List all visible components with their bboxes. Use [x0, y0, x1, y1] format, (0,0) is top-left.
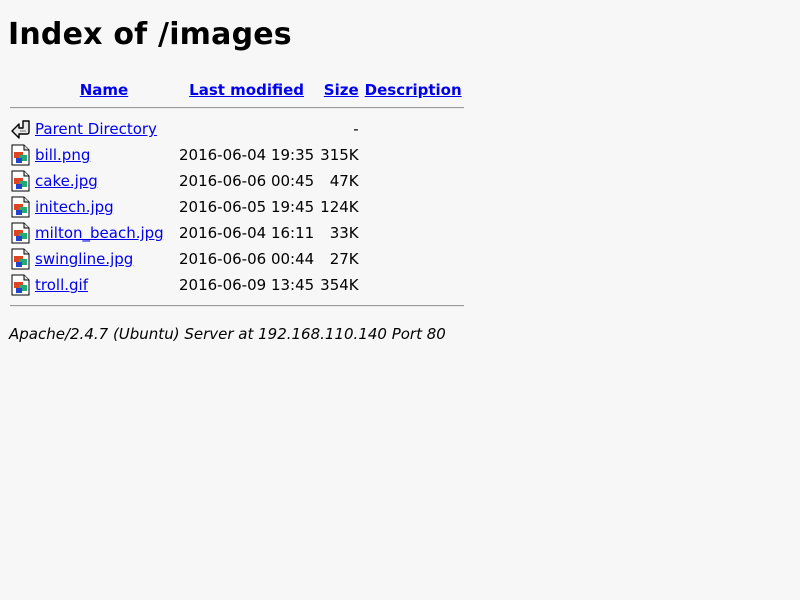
file-size: 33K — [329, 224, 359, 242]
parent-directory-link[interactable]: Parent Directory — [35, 120, 157, 138]
top-divider — [10, 107, 464, 109]
image-file-icon — [11, 144, 31, 166]
file-link[interactable]: troll.gif — [35, 276, 88, 294]
table-row: bill.png 2016-06-04 19:35 315K — [10, 143, 464, 167]
sort-by-last-modified-link[interactable]: Last modified — [189, 81, 304, 99]
back-arrow-icon — [11, 118, 31, 140]
sort-by-size-link[interactable]: Size — [324, 81, 359, 99]
table-row: swingline.jpg 2016-06-06 00:44 27K — [10, 247, 464, 271]
file-modified: 2016-06-05 19:45 — [179, 198, 315, 216]
file-link[interactable]: initech.jpg — [35, 198, 114, 216]
directory-listing-table: Name Last modified Size Description Pare… — [8, 73, 466, 315]
image-file-icon — [11, 274, 31, 296]
image-file-icon — [11, 196, 31, 218]
last-modified-header: Last modified — [177, 75, 316, 99]
table-row: initech.jpg 2016-06-05 19:45 124K — [10, 195, 464, 219]
file-link[interactable]: milton_beach.jpg — [35, 224, 164, 242]
file-modified: 2016-06-06 00:45 — [179, 172, 315, 190]
file-size: 354K — [320, 276, 359, 294]
bottom-divider — [10, 305, 464, 307]
file-modified: 2016-06-04 16:11 — [179, 224, 315, 242]
table-row: milton_beach.jpg 2016-06-04 16:11 33K — [10, 221, 464, 245]
image-file-icon — [11, 248, 31, 270]
sort-by-description-link[interactable]: Description — [365, 81, 462, 99]
parent-size: - — [353, 120, 359, 138]
size-header: Size — [318, 75, 360, 99]
file-link[interactable]: swingline.jpg — [35, 250, 133, 268]
file-modified: 2016-06-09 13:45 — [179, 276, 315, 294]
file-link[interactable]: bill.png — [35, 146, 90, 164]
file-size: 47K — [329, 172, 359, 190]
name-header: Name — [33, 75, 175, 99]
file-modified: 2016-06-04 19:35 — [179, 146, 315, 164]
file-link[interactable]: cake.jpg — [35, 172, 98, 190]
table-header-row: Name Last modified Size Description — [10, 75, 464, 99]
separator-row-top — [10, 101, 464, 115]
description-header: Description — [363, 75, 464, 99]
table-row-parent: Parent Directory - — [10, 117, 464, 141]
table-row: cake.jpg 2016-06-06 00:45 47K — [10, 169, 464, 193]
image-file-icon — [11, 170, 31, 192]
separator-row-bottom — [10, 299, 464, 313]
table-row: troll.gif 2016-06-09 13:45 354K — [10, 273, 464, 297]
page-title: Index of /images — [8, 17, 292, 52]
sort-by-name-link[interactable]: Name — [80, 81, 128, 99]
file-modified: 2016-06-06 00:44 — [179, 250, 315, 268]
file-size: 315K — [320, 146, 359, 164]
file-size: 124K — [320, 198, 359, 216]
image-file-icon — [11, 222, 31, 244]
icon-header — [10, 75, 31, 99]
server-signature: Apache/2.4.7 (Ubuntu) Server at 192.168.… — [9, 325, 446, 343]
file-size: 27K — [329, 250, 359, 268]
